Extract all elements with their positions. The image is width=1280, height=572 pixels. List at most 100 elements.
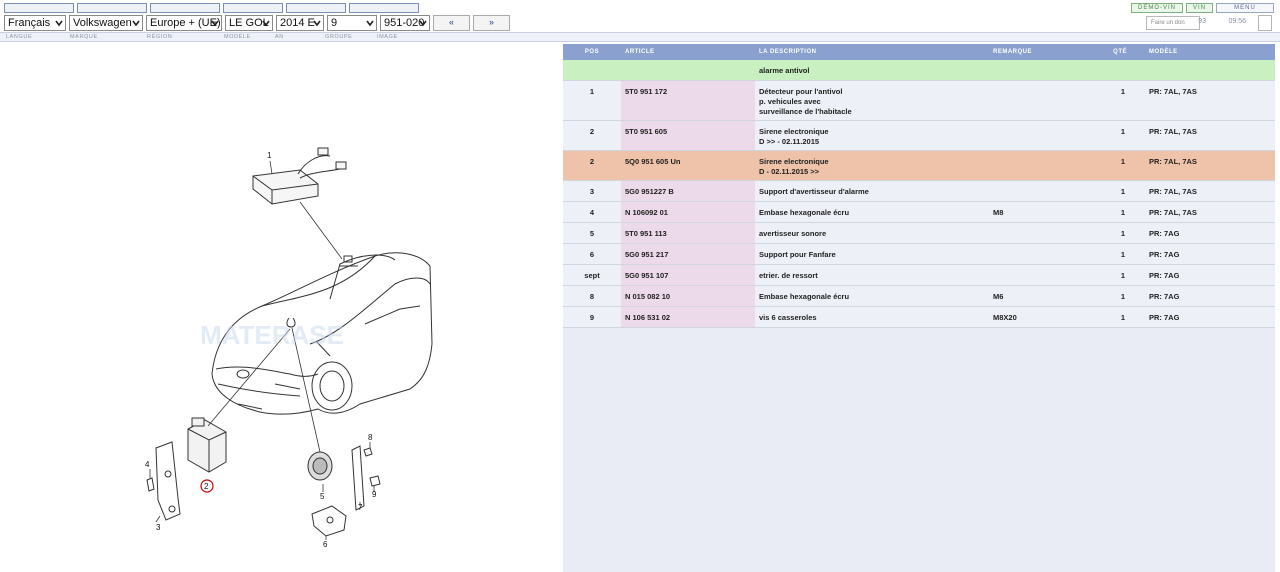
cell-model: PR: 7AL, 7AS (1145, 180, 1275, 202)
cell-description: Embase hexagonale écru (755, 285, 989, 307)
table-row[interactable]: 2 5T0 951 605 Sirene electronique D >> -… (563, 120, 1275, 151)
cell-article[interactable]: N 106 531 02 (621, 306, 755, 328)
label-group: GROUPE (325, 34, 353, 40)
table-row[interactable]: 3 5G0 951227 B Support d'avertisseur d'a… (563, 180, 1275, 202)
table-row[interactable]: 4 N 106092 01 Embase hexagonale écru M8 … (563, 201, 1275, 223)
table-row[interactable]: 5 5T0 951 113 avertisseur sonore 1 PR: 7… (563, 222, 1275, 244)
col-article[interactable]: ARTICLE (621, 44, 755, 60)
counter-b: 09:56 (1228, 18, 1246, 25)
top-tab[interactable] (223, 3, 283, 13)
cell-remark (989, 120, 1087, 151)
col-description[interactable]: LA DESCRIPTION (755, 44, 989, 60)
table-row[interactable]: sept 5G0 951 107 etrier. de ressort 1 PR… (563, 264, 1275, 286)
callout-7[interactable]: 7 (358, 503, 363, 512)
year-select[interactable]: 2014 E (276, 15, 324, 31)
callout-3[interactable]: 3 (156, 523, 161, 532)
chevron-down-icon (211, 20, 219, 27)
cell-model: PR: 7AL, 7AS (1145, 120, 1275, 151)
callout-6[interactable]: 6 (323, 540, 328, 549)
callout-8[interactable]: 8 (368, 433, 373, 442)
section-cell (621, 60, 755, 81)
chevron-down-icon (366, 20, 374, 27)
top-tab[interactable] (349, 3, 419, 13)
cell-description: etrier. de ressort (755, 264, 989, 286)
cell-pos: 8 (563, 285, 621, 307)
col-model[interactable]: MODÈLE (1145, 44, 1275, 60)
prev-image-button[interactable]: « (433, 15, 470, 31)
model-select[interactable]: LE GOL (225, 15, 273, 31)
chevron-down-icon (419, 20, 427, 27)
cell-model: PR: 7AL, 7AS (1145, 201, 1275, 223)
cell-article[interactable]: N 015 082 10 (621, 285, 755, 307)
section-row: alarme antivol (563, 60, 1275, 81)
callout-5[interactable]: 5 (320, 492, 325, 501)
table-row[interactable]: 8 N 015 082 10 Embase hexagonale écru M6… (563, 285, 1275, 307)
cell-pos: 3 (563, 180, 621, 202)
cell-remark (989, 264, 1087, 286)
parts-table-panel: POS ARTICLE LA DESCRIPTION REMARQUE QTÉ … (563, 44, 1275, 572)
table-row-highlighted[interactable]: 2 5Q0 951 605 Un Sirene electronique D -… (563, 150, 1275, 181)
cell-remark: M8 (989, 201, 1087, 223)
cell-article[interactable]: N 106092 01 (621, 201, 755, 223)
top-tab[interactable] (286, 3, 346, 13)
cell-model: PR: 7AG (1145, 264, 1275, 286)
image-select[interactable]: 951-020 (380, 15, 430, 31)
cell-model: PR: 7AL, 7AS (1145, 150, 1275, 181)
region-select[interactable]: Europe + (UE) (146, 15, 222, 31)
corner-box[interactable] (1258, 15, 1272, 31)
table-row[interactable]: 1 5T0 951 172 Détecteur pour l'antivol p… (563, 80, 1275, 121)
part-2-drawing (187, 417, 227, 473)
cell-article[interactable]: 5G0 951227 B (621, 180, 755, 202)
label-region: RÉGION (147, 34, 173, 40)
language-select[interactable]: Français (4, 15, 66, 31)
brand-select[interactable]: Volkswagen (69, 15, 143, 31)
label-language: LANGUE (6, 34, 33, 40)
selector-row: Français Volkswagen Europe + (UE) LE GOL… (4, 15, 510, 31)
group-select[interactable]: 9 (327, 15, 377, 31)
cell-model: PR: 7AG (1145, 222, 1275, 244)
callout-4[interactable]: 4 (145, 460, 150, 469)
table-row[interactable]: 6 5G0 951 217 Support pour Fanfare 1 PR:… (563, 243, 1275, 265)
top-tab[interactable] (77, 3, 147, 13)
cell-article[interactable]: 5T0 951 113 (621, 222, 755, 244)
col-pos[interactable]: POS (563, 44, 621, 60)
callouts: 1 2 3 4 5 6 7 8 9 (145, 151, 377, 549)
cell-qty: 1 (1087, 150, 1145, 181)
cell-article[interactable]: 5G0 951 217 (621, 243, 755, 265)
cell-remark: M6 (989, 285, 1087, 307)
cell-qty: 1 (1087, 80, 1145, 121)
col-qty[interactable]: QTÉ (1087, 44, 1145, 60)
demo-vin-button[interactable]: DÉMO-VIN (1130, 3, 1183, 13)
top-tab-strip (4, 3, 419, 13)
cell-article[interactable]: 5T0 951 172 (621, 80, 755, 121)
cell-description: Détecteur pour l'antivol p. vehicules av… (755, 80, 989, 121)
counter-a: 93 (1198, 18, 1206, 25)
brand-select-value: Volkswagen (73, 17, 132, 29)
next-image-button[interactable]: » (473, 15, 510, 31)
table-row[interactable]: 9 N 106 531 02 vis 6 casseroles M8X20 1 … (563, 306, 1275, 328)
label-brand: MARQUE (70, 34, 98, 40)
callout-2[interactable]: 2 (204, 482, 209, 491)
cell-remark (989, 180, 1087, 202)
cell-description: Embase hexagonale écru (755, 201, 989, 223)
top-tab[interactable] (4, 3, 74, 13)
cell-article[interactable]: 5Q0 951 605 Un (621, 150, 755, 181)
section-cell (1145, 60, 1275, 81)
cell-qty: 1 (1087, 222, 1145, 244)
cell-article[interactable]: 5T0 951 605 (621, 120, 755, 151)
label-bar (0, 32, 1280, 42)
cell-description: Support pour Fanfare (755, 243, 989, 265)
vin-button[interactable]: VIN (1185, 3, 1213, 13)
app: DÉMO-VIN VIN MENU Français Volkswagen Eu… (0, 0, 1280, 572)
callout-1[interactable]: 1 (267, 151, 272, 160)
donate-input[interactable]: Faire un don (1146, 16, 1200, 30)
top-tab[interactable] (150, 3, 220, 13)
callout-9[interactable]: 9 (372, 490, 377, 499)
parts-diagram: MATERASE 1 2 3 4 5 6 7 8 9 (0, 44, 560, 572)
cell-pos: 9 (563, 306, 621, 328)
parts-table: POS ARTICLE LA DESCRIPTION REMARQUE QTÉ … (563, 44, 1275, 328)
cell-remark: M8X20 (989, 306, 1087, 328)
col-remark[interactable]: REMARQUE (989, 44, 1087, 60)
menu-button[interactable]: MENU (1216, 3, 1274, 13)
cell-article[interactable]: 5G0 951 107 (621, 264, 755, 286)
